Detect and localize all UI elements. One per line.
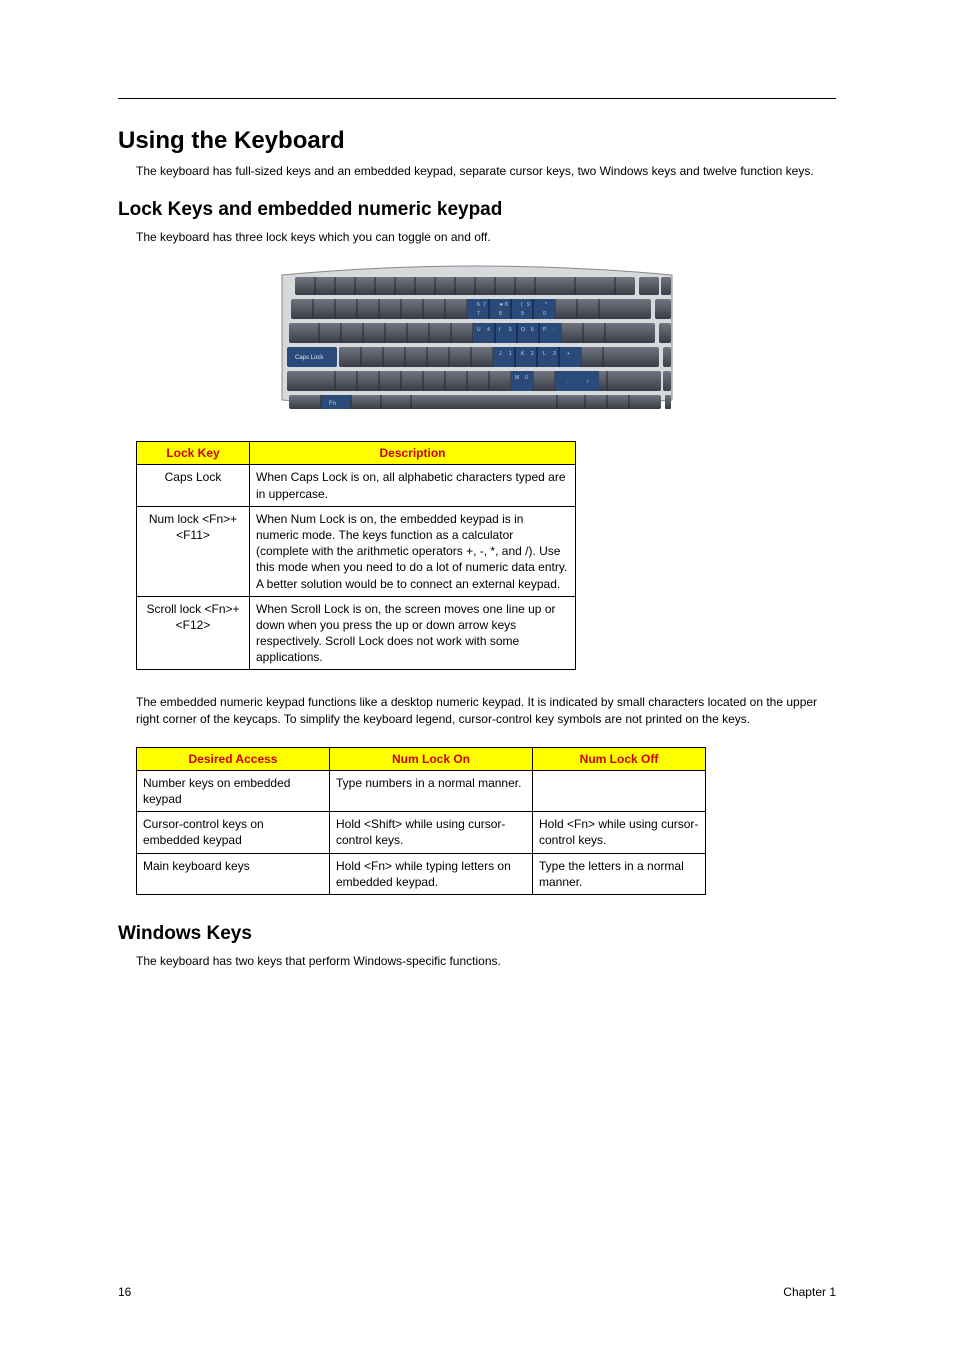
cell-lockkey: Scroll lock <Fn>+<F12>: [137, 596, 250, 670]
access-table: Desired Access Num Lock On Num Lock Off …: [136, 747, 706, 895]
windows-keys-text: The keyboard has two keys that perform W…: [118, 953, 836, 969]
svg-text:6: 6: [531, 327, 534, 333]
table-row: Main keyboard keys Hold <Fn> while typin…: [137, 853, 706, 894]
subheader-lock-keys: Lock Keys and embedded numeric keypad: [118, 199, 836, 221]
table-header-row: Desired Access Num Lock On Num Lock Off: [137, 747, 706, 770]
cell-on: Hold <Fn> while typing letters on embedd…: [330, 853, 533, 894]
section-title: Using the Keyboard: [118, 127, 836, 155]
svg-text:8: 8: [499, 311, 502, 317]
svg-text:0: 0: [525, 375, 528, 381]
table-row: Scroll lock <Fn>+<F12> When Scroll Lock …: [137, 596, 576, 670]
th-lock-key: Lock Key: [137, 442, 250, 465]
table-row: Cursor-control keys on embedded keypad H…: [137, 812, 706, 853]
svg-text:7: 7: [477, 311, 480, 317]
svg-text:.: .: [567, 379, 568, 385]
svg-text:★: ★: [499, 302, 504, 308]
svg-text:5: 5: [509, 327, 512, 333]
table-header-row: Lock Key Description: [137, 442, 576, 465]
svg-text:+: +: [567, 351, 570, 357]
svg-text:2: 2: [531, 351, 534, 357]
cell-access: Main keyboard keys: [137, 853, 330, 894]
svg-text:9: 9: [527, 302, 530, 308]
svg-text:3: 3: [553, 351, 556, 357]
cell-access: Cursor-control keys on embedded keypad: [137, 812, 330, 853]
lock-key-table: Lock Key Description Caps Lock When Caps…: [136, 441, 576, 670]
subheader-windows-keys: Windows Keys: [118, 923, 836, 945]
svg-text:I: I: [499, 327, 500, 333]
svg-text:7: 7: [483, 302, 486, 308]
intro-text: The keyboard has full-sized keys and an …: [118, 163, 836, 179]
th-numlock-on: Num Lock On: [330, 747, 533, 770]
svg-text:*: *: [545, 302, 547, 308]
table-row: Caps Lock When Caps Lock is on, all alph…: [137, 465, 576, 506]
cell-on: Type numbers in a normal manner.: [330, 770, 533, 811]
th-desired-access: Desired Access: [137, 747, 330, 770]
th-numlock-off: Num Lock Off: [533, 747, 706, 770]
cell-on: Hold <Shift> while using cursor-control …: [330, 812, 533, 853]
chapter-label: Chapter 1: [783, 1285, 836, 1299]
table-row: Num lock <Fn>+<F11> When Num Lock is on,…: [137, 506, 576, 596]
svg-text:8: 8: [505, 302, 508, 308]
cell-lockkey: Caps Lock: [137, 465, 250, 506]
table-row: Number keys on embedded keypad Type numb…: [137, 770, 706, 811]
cell-access: Number keys on embedded keypad: [137, 770, 330, 811]
cell-desc: When Caps Lock is on, all alphabetic cha…: [250, 465, 576, 506]
cell-off: [533, 770, 706, 811]
svg-text:M: M: [515, 375, 519, 381]
svg-text:9: 9: [521, 311, 524, 317]
th-description: Description: [250, 442, 576, 465]
svg-text:4: 4: [487, 327, 490, 333]
svg-text:O: O: [521, 327, 525, 333]
page-footer: 16 Chapter 1: [118, 1285, 836, 1299]
top-rule: [118, 98, 836, 99]
svg-text:1: 1: [509, 351, 512, 357]
numpad-text: The embedded numeric keypad functions li…: [118, 694, 836, 726]
keyboard-illustration: 67 ★8 (9 * 7890 U4 I: [277, 265, 677, 415]
svg-text:6: 6: [477, 302, 480, 308]
svg-text:U: U: [477, 327, 481, 333]
svg-text:L: L: [543, 351, 546, 357]
cell-desc: When Scroll Lock is on, the screen moves…: [250, 596, 576, 670]
lock-keys-text: The keyboard has three lock keys which y…: [118, 229, 836, 245]
svg-text:Fn: Fn: [329, 401, 336, 407]
page-number: 16: [118, 1285, 131, 1299]
cell-lockkey: Num lock <Fn>+<F11>: [137, 506, 250, 596]
cell-off: Hold <Fn> while using cursor-control key…: [533, 812, 706, 853]
svg-text:Caps Lock: Caps Lock: [295, 355, 324, 361]
svg-text:0: 0: [543, 311, 546, 317]
cell-desc: When Num Lock is on, the embedded keypad…: [250, 506, 576, 596]
cell-off: Type the letters in a normal manner.: [533, 853, 706, 894]
